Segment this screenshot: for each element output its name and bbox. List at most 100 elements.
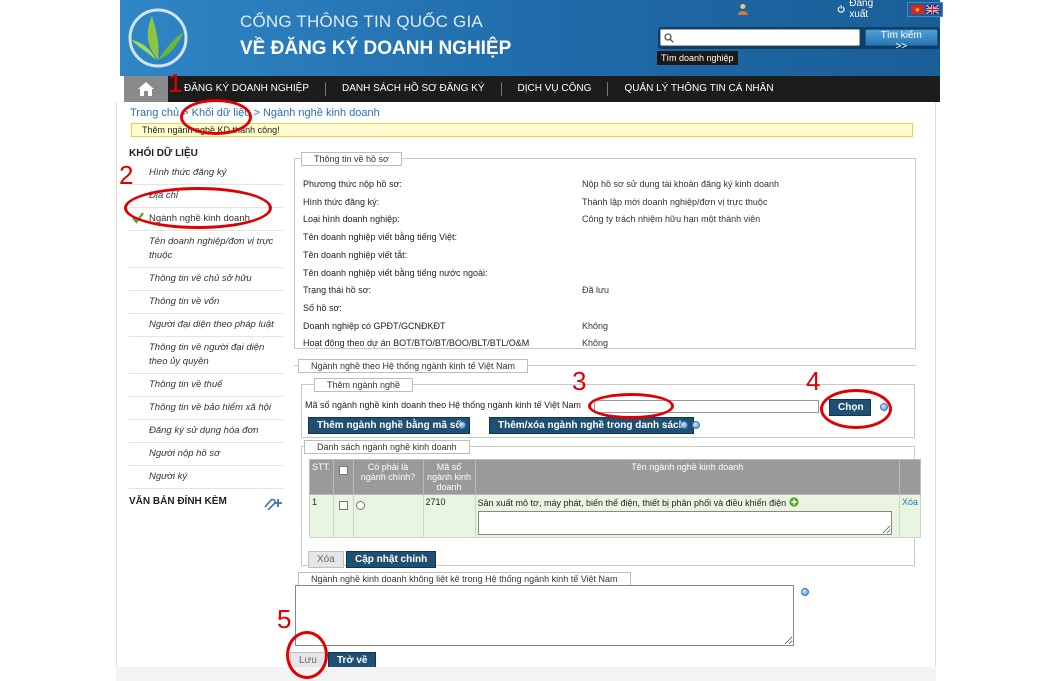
dossier-info-legend: Thông tin về hồ sơ bbox=[301, 152, 402, 166]
info-label: Tên doanh nghiệp viết tắt: bbox=[303, 250, 408, 260]
col-header-code: Mã số ngành kinh doanh bbox=[422, 459, 476, 495]
breadcrumb: Trang chủ > Khối dữ liệu > Ngành nghề ki… bbox=[130, 107, 380, 119]
annotation-number-4: 4 bbox=[806, 366, 821, 396]
home-icon bbox=[138, 82, 154, 96]
menu-item-danh-sach[interactable]: DANH SÁCH HỒ SƠ ĐĂNG KÝ bbox=[326, 82, 502, 96]
info-icon[interactable] bbox=[692, 421, 700, 429]
main-industry-radio[interactable] bbox=[355, 501, 365, 510]
col-header-action bbox=[898, 459, 922, 495]
annotation-circle-2 bbox=[124, 187, 272, 229]
sidebar-item-hinh-thuc[interactable]: Hình thức đăng ký bbox=[129, 162, 283, 185]
site-title-line1: CỔNG THÔNG TIN QUỐC GIA bbox=[240, 12, 483, 31]
info-label: Phương thức nộp hồ sơ: bbox=[303, 179, 402, 189]
annotation-number-1: 1 bbox=[168, 68, 183, 98]
sidebar-item-chu-so-huu[interactable]: Thông tin về chủ sở hữu bbox=[129, 268, 283, 291]
delete-button[interactable]: Xóa bbox=[308, 551, 344, 568]
annotation-circle-3 bbox=[588, 393, 674, 419]
info-value: Nộp hồ sơ sử dụng tài khoản đăng ký kinh… bbox=[582, 179, 780, 189]
search-bar: Tìm kiếm >> bbox=[658, 27, 940, 52]
add-industry-legend: Thêm ngành nghề bbox=[314, 378, 414, 392]
annotation-number-3: 3 bbox=[572, 366, 587, 396]
search-input[interactable] bbox=[660, 29, 860, 46]
cell-code: 2710 bbox=[422, 494, 476, 538]
sidebar-item-hoa-don[interactable]: Đăng ký sử dụng hóa đơn bbox=[129, 420, 283, 443]
sidebar-item-nguoi-ky[interactable]: Người ký bbox=[129, 466, 283, 489]
annotation-circle-5 bbox=[286, 631, 328, 679]
info-label: Doanh nghiệp có GPĐT/GCNĐKĐT bbox=[303, 321, 446, 331]
col-header-select bbox=[332, 459, 354, 495]
other-industry-textarea[interactable] bbox=[295, 585, 794, 646]
sidebar-item-thue[interactable]: Thông tin về thuế bbox=[129, 374, 283, 397]
info-label: Số hồ sơ: bbox=[303, 303, 342, 313]
update-main-button[interactable]: Cập nhật chính bbox=[346, 551, 437, 568]
info-label: Hình thức đăng ký: bbox=[303, 197, 380, 207]
breadcrumb-separator: > bbox=[250, 107, 263, 119]
sidebar-item-von[interactable]: Thông tin về vốn bbox=[129, 291, 283, 314]
info-icon[interactable] bbox=[801, 588, 809, 596]
success-message: Thêm ngành nghề KD thành công! bbox=[131, 123, 913, 137]
cell-name: Sản xuất mô tơ, máy phát, biến thế điện,… bbox=[474, 494, 900, 538]
logout-link[interactable]: Đăng xuất bbox=[837, 0, 887, 20]
user-name-placeholder bbox=[755, 7, 805, 11]
menu-item-dang-ky[interactable]: ĐĂNG KÝ DOANH NGHIỆP bbox=[168, 82, 327, 96]
annotation-circle-4 bbox=[820, 389, 892, 429]
other-industry-box: Ngành nghề kinh doanh không liệt kê tron… bbox=[290, 570, 916, 669]
attach-add-icon[interactable] bbox=[259, 496, 283, 510]
plus-circle-icon[interactable] bbox=[789, 497, 799, 507]
sidebar-item-dai-dien-uy-quyen[interactable]: Thông tin về người đại diện theo ủy quyề… bbox=[129, 337, 283, 374]
add-remove-list-button[interactable]: Thêm/xóa ngành nghề trong danh sách bbox=[489, 417, 694, 434]
breadcrumb-current: Ngành nghề kinh doanh bbox=[262, 107, 380, 119]
industry-name: Sản xuất mô tơ, máy phát, biến thế điện,… bbox=[477, 498, 787, 508]
site-title-line2: VỀ ĐĂNG KÝ DOANH NGHIỆP bbox=[240, 38, 512, 59]
cell-action: Xóa bbox=[898, 494, 922, 538]
menu-item-quan-ly[interactable]: QUẢN LÝ THÔNG TIN CÁ NHÂN bbox=[608, 82, 789, 96]
table-row: 1 2710 Sản xuất mô tơ, máy phát, biến th… bbox=[309, 494, 922, 538]
info-label: Tên doanh nghiệp viết bằng tiếng Việt: bbox=[303, 232, 457, 242]
home-tab[interactable] bbox=[124, 76, 168, 102]
info-value: Không bbox=[582, 321, 609, 331]
sidebar-header: KHỐI DỮ LIỆU bbox=[129, 148, 198, 159]
annotation-number-5: 5 bbox=[277, 604, 292, 634]
other-industry-legend: Ngành nghề kinh doanh không liệt kê tron… bbox=[298, 572, 631, 586]
row-checkbox[interactable] bbox=[338, 501, 348, 510]
sidebar-item-dai-dien-phap-luat[interactable]: Người đại diện theo pháp luật bbox=[129, 314, 283, 337]
site-header: CỔNG THÔNG TIN QUỐC GIA VỀ ĐĂNG KÝ DOANH… bbox=[0, 0, 1045, 102]
col-header-name: Tên ngành nghề kinh doanh bbox=[474, 459, 900, 495]
banner: CỔNG THÔNG TIN QUỐC GIA VỀ ĐĂNG KÝ DOANH… bbox=[120, 0, 943, 76]
industry-detail-textarea[interactable] bbox=[477, 511, 892, 535]
cell-stt: 1 bbox=[309, 494, 334, 538]
user-icon[interactable] bbox=[737, 2, 749, 16]
industry-legend: Ngành nghề theo Hệ thống ngành kinh tế V… bbox=[298, 359, 528, 373]
cell-main bbox=[352, 494, 424, 538]
search-icon bbox=[664, 33, 674, 43]
logout-label: Đăng xuất bbox=[849, 0, 874, 20]
annotation-number-2: 2 bbox=[119, 160, 134, 190]
sidebar-item-ten-dn[interactable]: Tên doanh nghiệp/đơn vị trực thuộc bbox=[129, 231, 283, 268]
annotation-circle-1 bbox=[180, 99, 252, 135]
info-value: Công ty trách nhiệm hữu hạn một thành vi… bbox=[582, 214, 761, 224]
info-icon[interactable] bbox=[680, 421, 688, 429]
sidebar-item-nguoi-nop[interactable]: Người nộp hồ sơ bbox=[129, 443, 283, 466]
language-switcher bbox=[906, 1, 943, 17]
industry-code-label: Mã số ngành nghề kinh doanh theo Hệ thốn… bbox=[305, 400, 582, 410]
info-icon[interactable] bbox=[458, 421, 466, 429]
search-hint-tooltip: Tìm doanh nghiệp bbox=[657, 51, 738, 65]
dossier-info-box: Thông tin về hồ sơ Phương thức nộp hồ sơ… bbox=[294, 152, 916, 349]
industry-list-legend: Danh sách ngành nghề kinh doanh bbox=[304, 440, 470, 454]
menu-item-dich-vu[interactable]: DỊCH VỤ CÔNG bbox=[502, 82, 609, 96]
add-by-code-button[interactable]: Thêm ngành nghề bằng mã số bbox=[308, 417, 471, 434]
col-header-main: Có phải là ngành chính? bbox=[352, 459, 424, 495]
info-value: Thành lập mới doanh nghiệp/đơn vị trực t… bbox=[582, 197, 768, 207]
delete-row-link[interactable]: Xóa bbox=[902, 497, 918, 507]
leaf-logo-icon[interactable] bbox=[126, 4, 190, 68]
sidebar-item-bhxh[interactable]: Thông tin về bảo hiểm xã hội bbox=[129, 397, 283, 420]
info-label: Loại hình doanh nghiệp: bbox=[303, 214, 400, 224]
vietnam-flag-icon[interactable] bbox=[910, 4, 924, 14]
info-label: Hoạt động theo dự án BOT/BTO/BT/BOO/BLT/… bbox=[303, 338, 530, 348]
uk-flag-icon[interactable] bbox=[925, 4, 939, 14]
select-all-checkbox[interactable] bbox=[338, 466, 348, 475]
main-menu: ĐĂNG KÝ DOANH NGHIỆP DANH SÁCH HỒ SƠ ĐĂN… bbox=[124, 76, 940, 102]
search-button[interactable]: Tìm kiếm >> bbox=[864, 29, 938, 52]
attachments-label: VĂN BẢN ĐÍNH KÈM bbox=[129, 496, 227, 507]
breadcrumb-home[interactable]: Trang chủ bbox=[130, 107, 179, 119]
